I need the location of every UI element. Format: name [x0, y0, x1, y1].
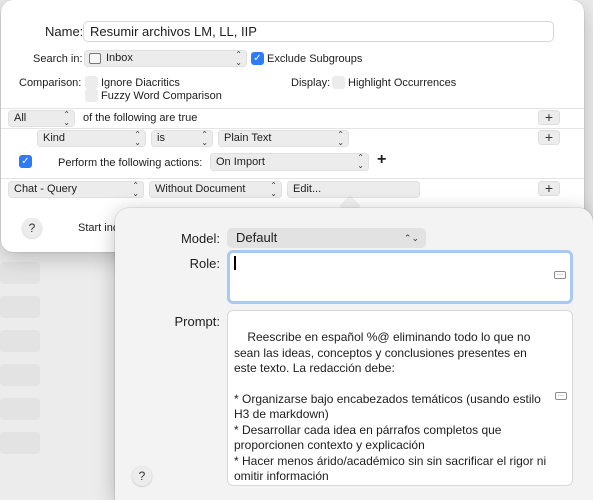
chevron-updown-icon: ⌃⌄ [403, 233, 419, 243]
chevron-updown-icon: ⌃⌄ [357, 152, 364, 170]
condition-field-popup[interactable]: Kind ⌃ ⌄ [37, 130, 146, 147]
edit-label: Edit... [293, 183, 322, 195]
fuzzy-comparison-checkbox[interactable] [85, 89, 98, 102]
add-trigger-button[interactable]: + [377, 151, 386, 169]
exclude-subgroups-label: Exclude Subgroups [267, 53, 363, 65]
background-list-item [0, 432, 40, 454]
chevron-updown-icon: ⌃⌄ [132, 180, 139, 198]
add-action-button[interactable]: + [538, 181, 560, 196]
divider [1, 108, 584, 109]
document-value: Without Document [155, 183, 246, 195]
condition-kind-popup[interactable]: Plain Text ⌃ ⌄ [218, 130, 349, 147]
role-field[interactable]: … [227, 250, 573, 304]
condition-operator-popup[interactable]: is ⌃ ⌄ [151, 130, 213, 147]
plus-icon: + [544, 129, 554, 145]
match-value: All [14, 112, 27, 124]
background-list-item [0, 262, 40, 284]
help-button[interactable]: ? [22, 218, 42, 238]
model-popup[interactable]: Default ⌃⌄ [227, 228, 426, 248]
expand-ellipsis-icon[interactable]: … [555, 391, 567, 400]
chevron-updown-icon: ⌃⌄ [63, 109, 70, 127]
background-list-item [0, 398, 40, 420]
name-field[interactable]: Resumir archivos LM, LL, IIP [83, 21, 554, 42]
search-in-popup[interactable]: Inbox ⌃ ⌄ [84, 50, 247, 67]
action-popup[interactable]: Chat - Query ⌃ ⌄ [8, 181, 144, 198]
comparison-label: Comparison: [19, 77, 82, 89]
plus-icon: + [544, 180, 554, 196]
perform-actions-label: Perform the following actions: [58, 157, 203, 169]
name-label: Name: [45, 24, 84, 39]
popover-help-button[interactable]: ? [132, 466, 152, 486]
help-icon: ? [28, 221, 36, 235]
text-cursor [234, 256, 236, 270]
match-popup[interactable]: All ⌃ ⌄ [8, 110, 75, 127]
ignore-diacritics-label: Ignore Diacritics [101, 77, 180, 89]
trigger-popup[interactable]: On Import ⌃ ⌄ [210, 153, 369, 171]
prompt-label: Prompt: [174, 314, 220, 329]
add-subcondition-button[interactable]: + [538, 130, 560, 145]
prompt-value: Reescribe en español %@ eliminando todo … [234, 330, 547, 485]
chevron-updown-icon: ⌃⌄ [134, 129, 141, 147]
add-condition-button[interactable]: + [538, 110, 560, 125]
background-list-item [0, 296, 40, 318]
prompt-field[interactable]: Reescribe en español %@ eliminando todo … [227, 310, 573, 486]
inbox-icon [89, 53, 101, 64]
edit-button[interactable]: Edit... [287, 181, 420, 198]
chat-query-popover: Model: Default ⌃⌄ Role: … Prompt: Reescr… [115, 208, 593, 500]
exclude-subgroups-checkbox[interactable]: ✓ [251, 52, 264, 65]
background-list-item [0, 364, 40, 386]
model-label: Model: [180, 231, 220, 246]
document-popup[interactable]: Without Document ⌃ ⌄ [149, 181, 282, 198]
fuzzy-comparison-label: Fuzzy Word Comparison [101, 90, 222, 102]
chevron-updown-icon: ⌃⌄ [337, 129, 344, 147]
action-value: Chat - Query [14, 183, 77, 195]
match-suffix-label: of the following are true [83, 112, 198, 124]
perform-actions-checkbox[interactable]: ✓ [19, 155, 32, 168]
divider [1, 128, 584, 129]
ignore-diacritics-checkbox[interactable] [85, 76, 98, 89]
chevron-updown-icon: ⌃⌄ [235, 49, 242, 67]
condition-field-value: Kind [43, 132, 66, 144]
search-in-label: Search in: [33, 53, 83, 65]
display-label: Display: [291, 77, 331, 89]
trigger-value: On Import [216, 156, 265, 168]
condition-operator-value: is [157, 132, 165, 144]
help-icon: ? [138, 469, 146, 483]
expand-ellipsis-icon[interactable]: … [554, 270, 566, 279]
background-list-item [0, 330, 40, 352]
search-in-value: Inbox [106, 52, 133, 64]
model-value: Default [236, 230, 278, 245]
condition-kind-value: Plain Text [224, 132, 272, 144]
highlight-occurrences-checkbox[interactable] [332, 76, 345, 89]
chevron-updown-icon: ⌃⌄ [201, 129, 208, 147]
role-label: Role: [189, 256, 220, 271]
checkmark-icon: ✓ [253, 53, 262, 64]
checkmark-icon: ✓ [21, 156, 30, 167]
chevron-updown-icon: ⌃⌄ [270, 180, 277, 198]
highlight-occurrences-label: Highlight Occurrences [348, 77, 457, 89]
divider [1, 178, 584, 179]
plus-icon: + [544, 109, 554, 125]
start-label: Start inc [78, 222, 119, 234]
